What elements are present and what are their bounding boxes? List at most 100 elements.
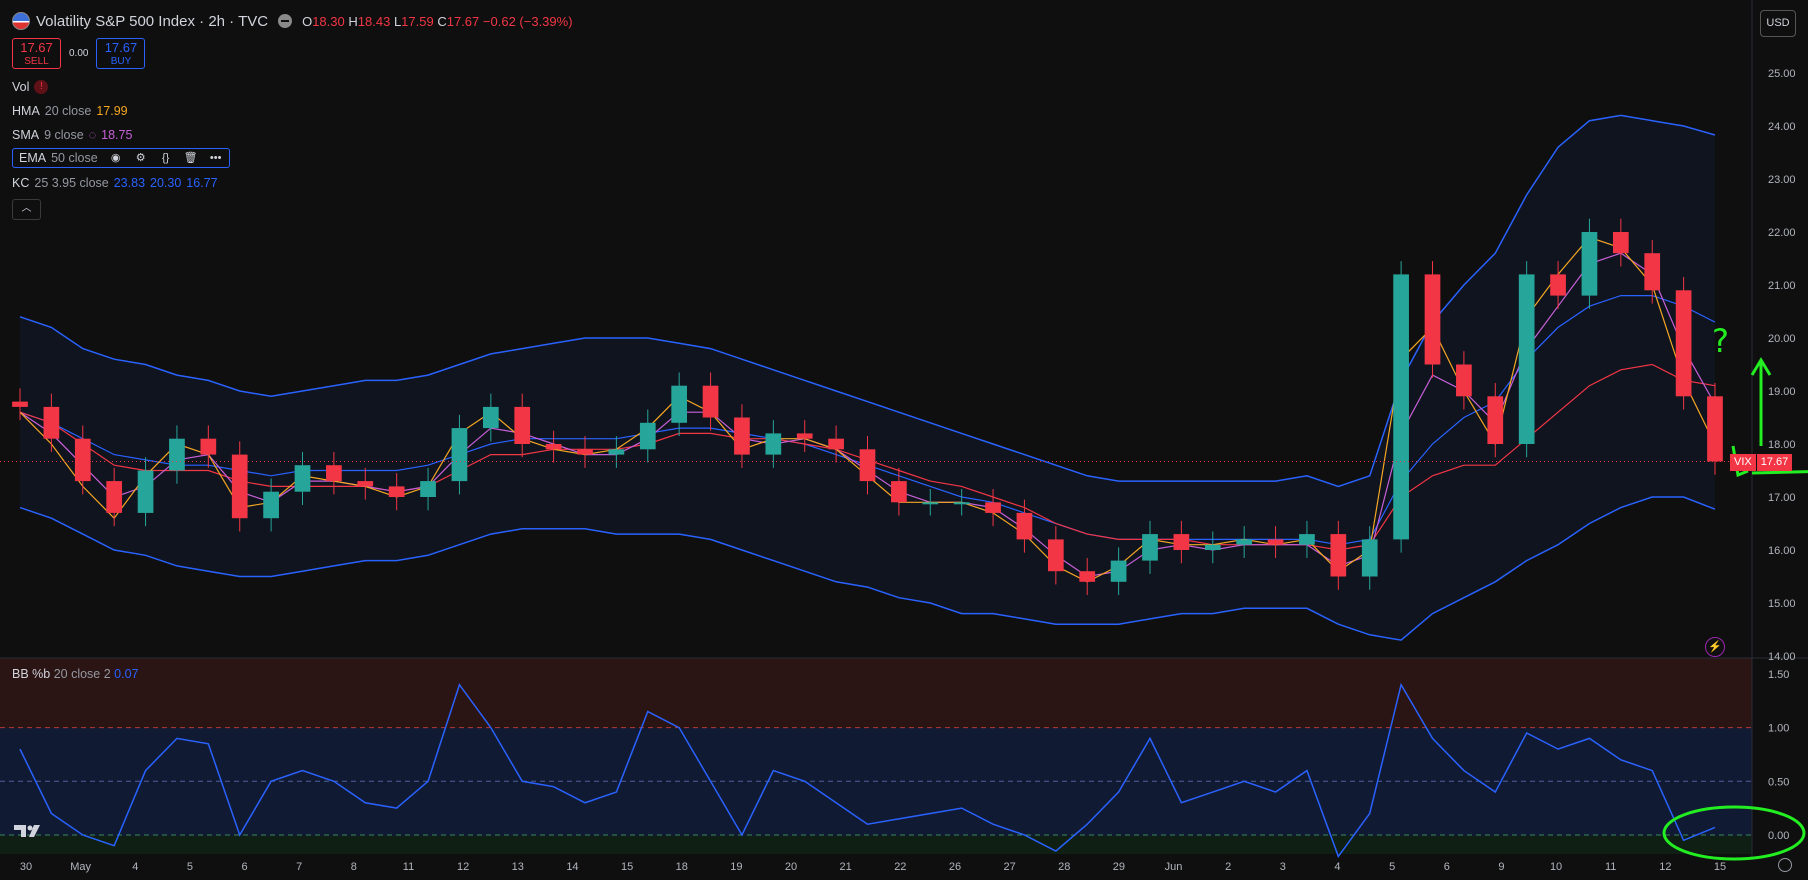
candle-body xyxy=(1612,232,1629,254)
candle-body xyxy=(1644,253,1661,291)
bb-overbought-zone xyxy=(0,658,1752,728)
price-tick-label: 18.00 xyxy=(1768,439,1796,451)
currency-button[interactable]: USD xyxy=(1760,10,1796,37)
x-tick-label: 12 xyxy=(1659,861,1671,873)
candle-body xyxy=(106,481,123,513)
price-tick-label: 16.00 xyxy=(1768,545,1796,557)
candle-body xyxy=(1550,274,1566,296)
loading-icon: ◌ xyxy=(88,128,97,142)
candle-body xyxy=(1236,539,1253,545)
candle-body xyxy=(734,417,750,455)
lightning-icon[interactable]: ⚡ xyxy=(1705,637,1725,657)
candle-body xyxy=(1456,364,1472,397)
candle-body xyxy=(765,433,782,455)
candle-body xyxy=(1016,512,1033,540)
candle-body xyxy=(357,481,374,487)
indicator-bb[interactable]: BB %b 20 close 2 0.07 xyxy=(12,667,139,681)
gear-icon[interactable] xyxy=(1778,858,1792,872)
price-tick-label: 23.00 xyxy=(1768,174,1796,186)
candle-body xyxy=(1299,534,1315,545)
candle-body xyxy=(953,502,970,505)
last-price-label: VIX 17.67 xyxy=(1730,454,1793,471)
sell-button[interactable]: 17.67 SELL xyxy=(12,38,61,69)
indicator-kc[interactable]: KC 25 3.95 close 23.83 20.30 16.77 xyxy=(12,176,218,190)
delete-icon[interactable]: 🗑 xyxy=(184,151,198,165)
x-tick-label: 27 xyxy=(1003,861,1015,873)
x-tick-label: 14 xyxy=(566,861,578,873)
symbol-title[interactable]: Volatility S&P 500 Index · 2h · TVC xyxy=(36,13,268,30)
candle-body xyxy=(1330,534,1347,577)
chart-header: Volatility S&P 500 Index · 2h · TVC O18.… xyxy=(12,12,573,30)
bb-tick-label: 1.50 xyxy=(1768,669,1789,681)
x-tick-label: 30 xyxy=(20,861,32,873)
x-tick-label: 21 xyxy=(840,861,852,873)
indicator-sma[interactable]: SMA 9 close ◌ 18.75 xyxy=(12,128,132,142)
candle-body xyxy=(1110,560,1127,582)
x-tick-label: 6 xyxy=(242,861,248,873)
trade-panel: 17.67 SELL 0.00 17.67 BUY xyxy=(12,38,146,69)
candle-body xyxy=(985,502,1001,513)
x-tick-label: 12 xyxy=(457,861,469,873)
candle-body xyxy=(12,401,28,407)
candle-body xyxy=(1361,539,1378,577)
candle-body xyxy=(1142,534,1158,561)
candle-body xyxy=(1707,396,1723,462)
source-code-icon[interactable]: {} xyxy=(159,151,173,165)
price-tick-label: 14.00 xyxy=(1768,651,1796,663)
x-tick-label: 8 xyxy=(351,861,357,873)
x-tick-label: 22 xyxy=(894,861,906,873)
candle-body xyxy=(137,470,154,513)
more-icon[interactable]: ••• xyxy=(209,151,223,165)
indicator-ema[interactable]: EMA 50 close ◉ ⚙ {} 🗑 ••• xyxy=(12,148,230,168)
candle-body xyxy=(671,385,688,423)
x-tick-label: 7 xyxy=(296,861,302,873)
candle-body xyxy=(922,502,939,505)
candle-body xyxy=(451,428,468,482)
x-tick-label: 5 xyxy=(187,861,193,873)
candle-body xyxy=(1581,232,1598,296)
candle-body xyxy=(828,438,844,450)
x-tick-label: 26 xyxy=(949,861,961,873)
eye-icon[interactable]: ◉ xyxy=(109,151,123,165)
price-tick-label: 21.00 xyxy=(1768,280,1796,292)
candle-body xyxy=(1518,274,1535,444)
candle-body xyxy=(891,481,907,503)
market-closed-icon[interactable] xyxy=(278,14,293,28)
bb-oversold-zone xyxy=(0,836,1752,854)
candle-body xyxy=(1047,539,1064,572)
x-tick-label: Jun xyxy=(1165,861,1183,873)
candle-body xyxy=(1675,290,1692,397)
indicator-vol[interactable]: Vol ! xyxy=(12,80,49,94)
x-tick-label: May xyxy=(70,861,91,873)
x-tick-label: 4 xyxy=(1334,861,1340,873)
x-tick-label: 3 xyxy=(1280,861,1286,873)
bb-tick-label: 0.00 xyxy=(1768,830,1789,842)
candle-body xyxy=(1267,539,1284,545)
collapse-legend-button[interactable]: ︿ xyxy=(12,199,41,220)
x-tick-label: 20 xyxy=(785,861,797,873)
settings-icon[interactable]: ⚙ xyxy=(134,151,148,165)
buy-button[interactable]: 17.67 BUY xyxy=(96,38,146,69)
x-tick-label: 29 xyxy=(1113,861,1125,873)
warning-icon[interactable]: ! xyxy=(34,80,49,94)
ohlc-readout: O18.30 H18.43 L17.59 C17.67 −0.62 (−3.39… xyxy=(302,13,573,29)
candle-body xyxy=(420,481,436,497)
x-tick-label: 6 xyxy=(1444,861,1450,873)
chart-canvas[interactable]: 25.0024.0023.0022.0021.0020.0019.0018.00… xyxy=(0,0,1808,880)
us-flag-icon xyxy=(12,12,30,30)
candle-body xyxy=(1487,396,1504,444)
annotation-question-mark: ? xyxy=(1712,322,1729,360)
bb-tick-label: 0.50 xyxy=(1768,776,1789,788)
candle-body xyxy=(231,454,248,519)
x-tick-label: 28 xyxy=(1058,861,1070,873)
candle-body xyxy=(200,438,217,455)
indicator-hma[interactable]: HMA 20 close 17.99 xyxy=(12,104,128,118)
candle-body xyxy=(545,444,562,450)
candle-body xyxy=(1079,571,1096,582)
candle-body xyxy=(796,433,813,439)
candle-body xyxy=(514,406,531,444)
candle-body xyxy=(859,449,876,482)
x-tick-label: 18 xyxy=(676,861,688,873)
candle-body xyxy=(608,449,625,455)
bb-tick-label: 1.00 xyxy=(1768,723,1789,735)
